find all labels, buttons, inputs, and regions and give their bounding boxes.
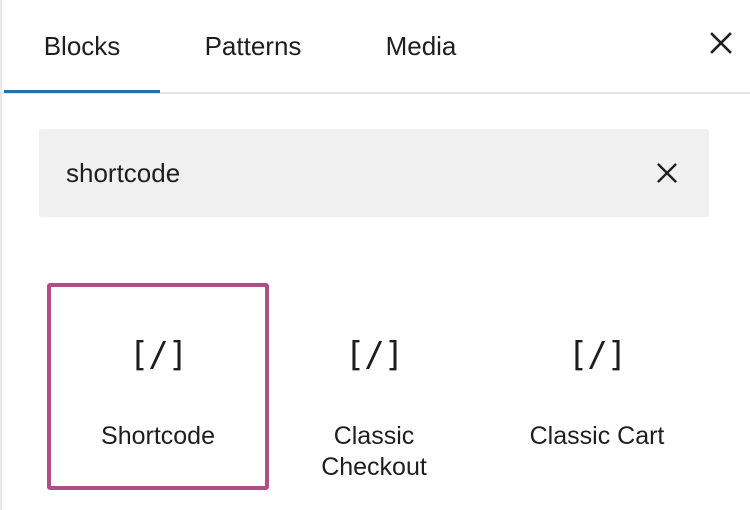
close-icon: [710, 32, 732, 54]
block-item-shortcode[interactable]: [/] Shortcode: [47, 283, 269, 490]
clear-search-button[interactable]: [648, 154, 686, 192]
close-inserter-button[interactable]: [702, 24, 740, 62]
tab-media[interactable]: Media: [350, 0, 492, 92]
tab-patterns-label: Patterns: [204, 30, 302, 61]
block-item-label: Classic Cart: [529, 422, 665, 450]
active-tab-indicator: [4, 90, 160, 93]
search-input[interactable]: [39, 129, 639, 217]
tab-blocks[interactable]: Blocks: [4, 0, 160, 92]
tab-media-label: Media: [385, 30, 457, 61]
block-inserter-panel: Blocks Patterns Media [/] Shortcode [/] …: [0, 0, 750, 510]
block-search: [39, 129, 709, 217]
shortcode-icon: [/]: [128, 335, 188, 375]
shortcode-icon: [/]: [344, 335, 404, 375]
block-item-classic-cart[interactable]: [/] Classic Cart: [487, 283, 707, 490]
block-item-label: Shortcode: [101, 422, 215, 450]
close-icon: [657, 163, 677, 183]
shortcode-icon: [/]: [567, 335, 627, 375]
inserter-tabs: Blocks Patterns Media: [2, 0, 750, 94]
tab-patterns[interactable]: Patterns: [172, 0, 334, 92]
block-item-classic-checkout[interactable]: [/] Classic Checkout: [264, 283, 484, 490]
block-item-label: Classic Checkout: [321, 422, 427, 481]
tab-blocks-label: Blocks: [43, 30, 121, 61]
